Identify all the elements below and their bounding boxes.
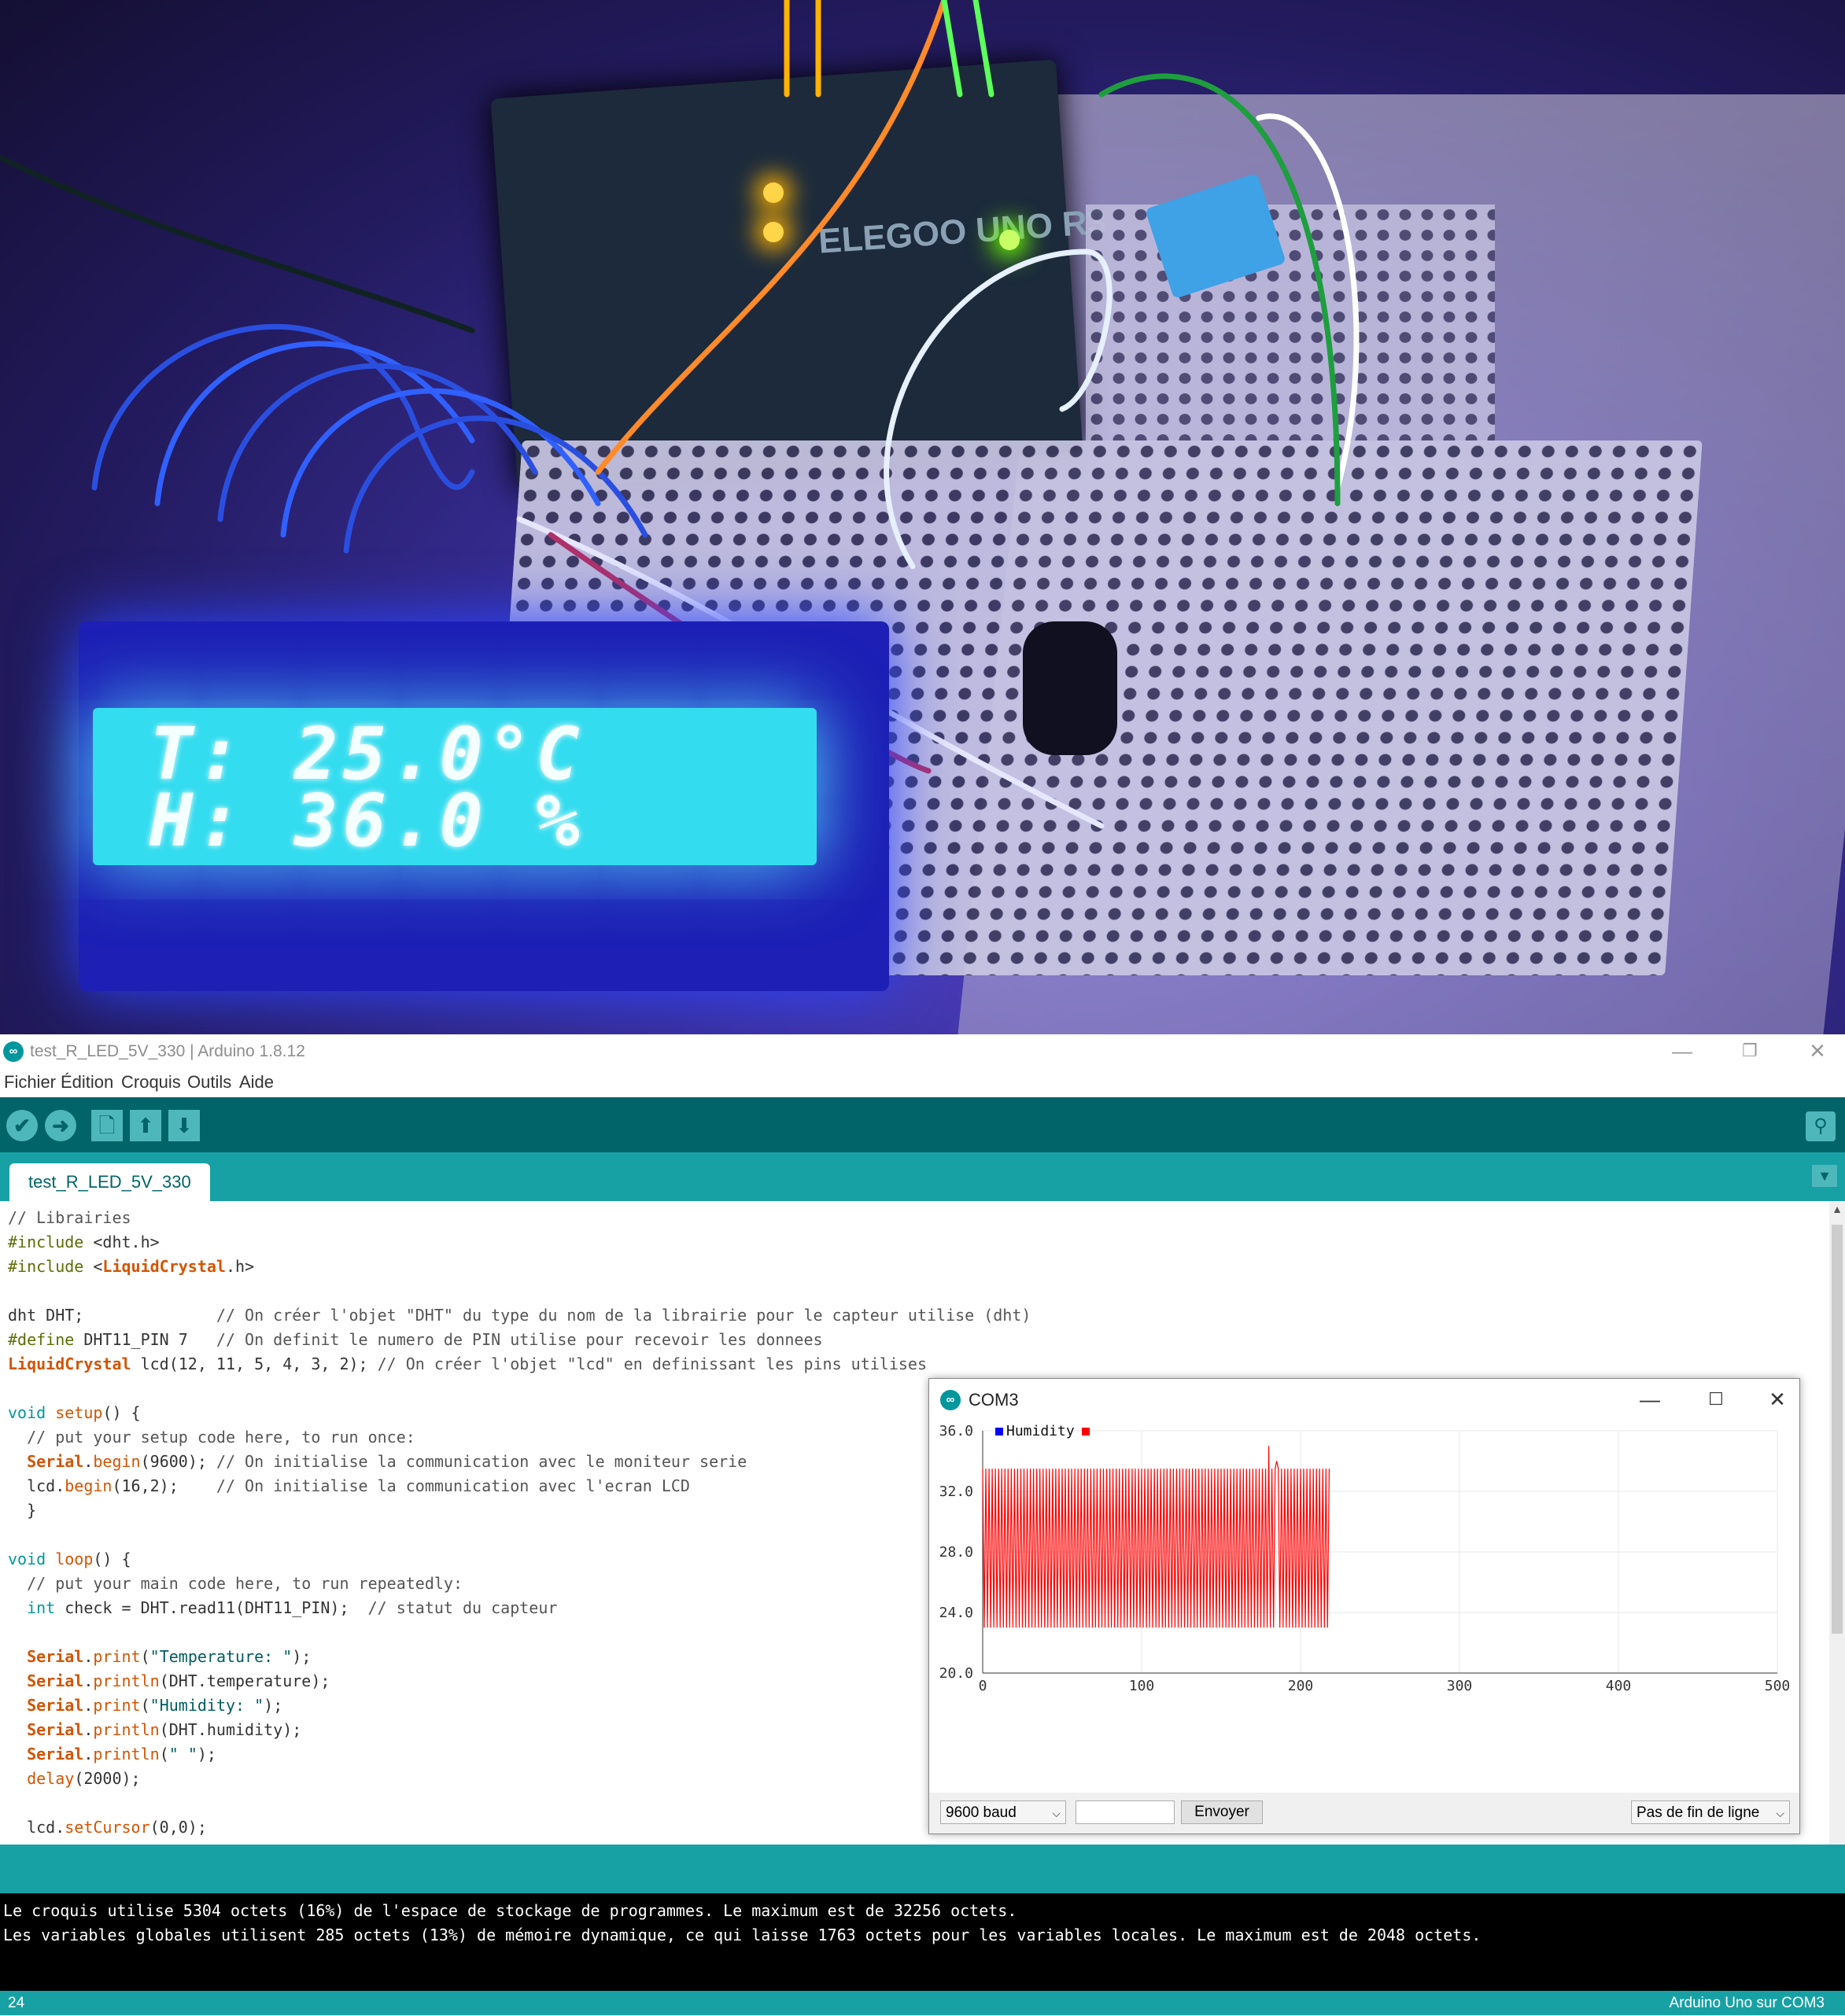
minimize-icon[interactable]: — (1628, 1385, 1672, 1413)
new-sketch-icon[interactable]: 🗋 (91, 1110, 123, 1141)
code-line[interactable]: #define DHT11_PIN 7 // On definit le num… (8, 1328, 823, 1352)
circuit-photo: ELEGOO UNO R3 T: 25.0°C H: 36.0 % (0, 0, 1845, 1034)
baud-select[interactable]: 9600 baud ⌵ (940, 1800, 1066, 1824)
serial-plotter-window: ∞ COM3 — ☐ ✕ 0 100 200 300 400 500 20.0 24.0 28.… (928, 1378, 1800, 1834)
plotter-controls: 9600 baud ⌵ Envoyer Pas de fin de ligne ⌵ (929, 1793, 1799, 1834)
console-line: Les variables globales utilisent 285 oct… (3, 1926, 1482, 1944)
plotter-title: COM3 (969, 1390, 1019, 1410)
plotter-title-bar: ∞ COM3 — ☐ ✕ (929, 1379, 1799, 1420)
code-line[interactable]: } (8, 1498, 36, 1523)
tab-menu-icon[interactable]: ▼ (1812, 1165, 1837, 1187)
send-input[interactable] (1076, 1800, 1175, 1824)
baud-value: 9600 baud (946, 1804, 1017, 1821)
code-line[interactable]: #include <dht.h> (8, 1230, 160, 1255)
arduino-logo-icon: ∞ (3, 1041, 24, 1062)
scrollbar-thumb[interactable] (1832, 1225, 1843, 1634)
code-line[interactable]: Serial.print("Humidity: "); (8, 1694, 282, 1718)
close-icon[interactable]: ✕ (1755, 1385, 1799, 1413)
verify-icon[interactable]: ✔ (6, 1110, 38, 1141)
menu-fichier[interactable]: Fichier (4, 1072, 56, 1093)
legend-marker (1082, 1428, 1090, 1436)
title-bar: ∞ test_R_LED_5V_330 | Arduino 1.8.12 — ❐… (0, 1034, 1845, 1066)
y-tick-label: 20.0 (939, 1665, 973, 1682)
line-ending-select[interactable]: Pas de fin de ligne ⌵ (1631, 1800, 1790, 1824)
restore-icon[interactable]: ❐ (1726, 1037, 1773, 1064)
code-line[interactable]: // put your setup code here, to run once… (8, 1425, 415, 1450)
x-tick-label: 200 (1288, 1678, 1314, 1694)
y-tick-label: 32.0 (939, 1483, 973, 1500)
code-line[interactable]: lcd.begin(16,2); // On initialise la com… (8, 1474, 690, 1498)
legend-marker (995, 1428, 1003, 1436)
code-line[interactable]: #include <LiquidCrystal.h> (8, 1255, 254, 1279)
maximize-icon[interactable]: ☐ (1694, 1385, 1738, 1413)
line-ending-value: Pas de fin de ligne (1637, 1804, 1760, 1821)
menu-bar: Fichier Édition Croquis Outils Aide (0, 1069, 1845, 1097)
message-bar (0, 1845, 1845, 1893)
upload-icon[interactable]: ➜ (45, 1110, 76, 1141)
line-number: 24 (8, 1995, 25, 2011)
y-tick-label: 28.0 (939, 1544, 973, 1561)
series-line-humidity (982, 1446, 1330, 1628)
code-line[interactable]: void setup() { (8, 1401, 141, 1425)
code-line[interactable]: Serial.println(DHT.temperature); (8, 1669, 330, 1694)
board-port: Arduino Uno sur COM3 (1669, 1995, 1825, 2011)
arduino-logo-icon: ∞ (940, 1390, 961, 1410)
code-line[interactable]: Serial.begin(9600); // On initialise la … (8, 1450, 747, 1474)
menu-outils[interactable]: Outils (187, 1072, 231, 1093)
open-sketch-icon[interactable]: ⬆ (130, 1110, 161, 1141)
menu-aide[interactable]: Aide (239, 1072, 274, 1093)
code-line[interactable]: // put your main code here, to run repea… (8, 1572, 463, 1596)
y-tick-label: 36.0 (939, 1423, 973, 1439)
x-tick-label: 0 (979, 1678, 987, 1694)
x-tick-label: 300 (1447, 1678, 1473, 1694)
tab-bar: test_R_LED_5V_330 ▼ (0, 1152, 1845, 1201)
window-title: test_R_LED_5V_330 | Arduino 1.8.12 (30, 1042, 305, 1060)
save-sketch-icon[interactable]: ⬇ (168, 1110, 200, 1141)
code-line[interactable]: dht DHT; // On créer l'objet "DHT" du ty… (8, 1303, 1031, 1328)
lcd-line-2: H: 36.0 % (149, 779, 585, 863)
code-line[interactable]: int check = DHT.read11(DHT11_PIN); // st… (8, 1596, 557, 1620)
x-tick-label: 500 (1765, 1678, 1791, 1694)
chevron-down-icon: ⌵ (1776, 1807, 1784, 1819)
serial-monitor-icon[interactable]: ⚲ (1806, 1111, 1836, 1141)
status-bar: 24 Arduino Uno sur COM3 (0, 1991, 1845, 2015)
tab-sketch[interactable]: test_R_LED_5V_330 (9, 1163, 210, 1201)
plot-area: 0 100 200 300 400 500 20.0 24.0 28.0 32.0 36.0 Humi… (939, 1423, 1791, 1694)
code-line[interactable]: lcd.setCursor(0,0); (8, 1815, 207, 1840)
scroll-up-icon[interactable]: ▲ (1829, 1203, 1845, 1215)
x-tick-label: 400 (1606, 1678, 1632, 1694)
console-line: Le croquis utilise 5304 octets (16%) de … (3, 1901, 1017, 1920)
code-line[interactable]: Serial.println(DHT.humidity); (8, 1718, 301, 1742)
code-line[interactable]: delay(2000); (8, 1767, 141, 1791)
toolbar: ✔ ➜ 🗋 ⬆ ⬇ ⚲ (0, 1097, 1845, 1152)
chevron-down-icon: ⌵ (1052, 1807, 1061, 1819)
close-icon[interactable]: ✕ (1794, 1037, 1841, 1064)
menu-croquis[interactable]: Croquis (121, 1072, 181, 1093)
send-button[interactable]: Envoyer (1181, 1800, 1263, 1824)
code-line[interactable]: void loop() { (8, 1547, 131, 1572)
code-line[interactable]: LiquidCrystal lcd(12, 11, 5, 4, 3, 2); /… (8, 1352, 927, 1377)
legend-label: Humidity (1006, 1423, 1075, 1439)
minimize-icon[interactable]: — (1659, 1037, 1706, 1064)
menu-edition[interactable]: Édition (61, 1072, 113, 1093)
y-tick-label: 24.0 (939, 1605, 973, 1621)
console-output: Le croquis utilise 5304 octets (16%) de … (0, 1893, 1845, 1991)
code-line[interactable]: Serial.print("Temperature: "); (8, 1645, 311, 1669)
x-tick-label: 100 (1129, 1678, 1155, 1694)
code-line[interactable]: Serial.println(" "); (8, 1742, 216, 1767)
code-line[interactable]: // Librairies (8, 1206, 131, 1230)
